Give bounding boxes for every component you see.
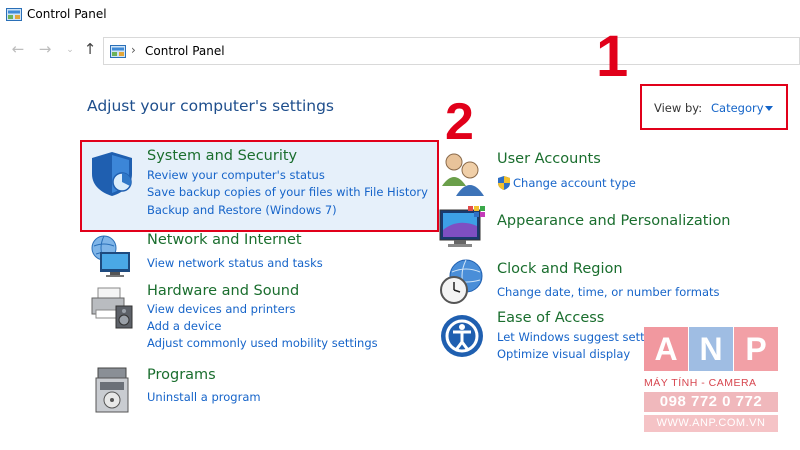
category-appearance-personalization[interactable]: Appearance and Personalization	[497, 213, 731, 229]
network-icon	[91, 235, 130, 277]
view-by-dropdown[interactable]: Category	[711, 101, 764, 115]
category-ease-of-access[interactable]: Ease of Access	[497, 310, 604, 326]
anp-phone: 098 772 0 772	[644, 392, 778, 412]
link-review-status[interactable]: Review your computer's status	[147, 168, 325, 182]
link-change-account-type[interactable]: Change account type	[513, 176, 636, 190]
category-network-internet[interactable]: Network and Internet	[147, 232, 302, 248]
anp-website: WWW.ANP.COM.VN	[644, 415, 778, 432]
anp-watermark: A N P MÁY TÍNH - CAMERA 098 772 0 772 WW…	[644, 327, 800, 450]
annotation-marker-2: 2	[445, 93, 474, 151]
breadcrumb-control-panel[interactable]: Control Panel	[145, 44, 225, 58]
ease-of-access-icon	[441, 315, 483, 357]
window-title: Control Panel	[27, 7, 107, 21]
anp-letter-n: N	[689, 327, 733, 371]
link-mobility-settings[interactable]: Adjust commonly used mobility settings	[147, 336, 378, 350]
address-bar[interactable]: › Control Panel	[103, 37, 800, 65]
up-arrow-icon[interactable]: ↑	[81, 40, 99, 58]
category-system-security[interactable]: System and Security	[147, 148, 297, 164]
link-uninstall-program[interactable]: Uninstall a program	[147, 390, 261, 404]
title-bar: Control Panel	[0, 0, 800, 30]
category-hardware-sound[interactable]: Hardware and Sound	[147, 283, 299, 299]
uac-shield-icon	[498, 176, 510, 190]
anp-tagline: MÁY TÍNH - CAMERA	[644, 377, 757, 389]
category-programs[interactable]: Programs	[147, 367, 216, 383]
forward-arrow-icon[interactable]: →	[36, 40, 54, 58]
link-optimize-display[interactable]: Optimize visual display	[497, 347, 630, 361]
link-file-history[interactable]: Save backup copies of your files with Fi…	[147, 185, 428, 199]
anp-logo: A N P	[644, 327, 778, 371]
printer-icon	[91, 287, 133, 329]
link-add-device[interactable]: Add a device	[147, 319, 221, 333]
users-icon	[442, 153, 484, 196]
category-user-accounts[interactable]: User Accounts	[497, 151, 601, 167]
anp-letter-p: P	[734, 327, 778, 371]
annotation-marker-1: 1	[596, 24, 629, 89]
control-panel-icon	[6, 8, 22, 21]
anp-letter-a: A	[644, 327, 688, 371]
link-date-time-formats[interactable]: Change date, time, or number formats	[497, 285, 720, 299]
shield-icon	[92, 152, 132, 196]
control-panel-icon	[110, 45, 126, 58]
view-by-label: View by:	[654, 101, 703, 115]
breadcrumb-separator: ›	[131, 43, 136, 57]
page-title: Adjust your computer's settings	[87, 97, 334, 115]
chevron-down-icon[interactable]: ⌄	[61, 41, 79, 59]
link-backup-restore[interactable]: Backup and Restore (Windows 7)	[147, 203, 337, 217]
navigation-bar: ← → ⌄ ↑ › Control Panel	[0, 34, 800, 66]
display-icon	[439, 206, 485, 247]
clock-globe-icon	[440, 259, 483, 304]
link-network-status[interactable]: View network status and tasks	[147, 256, 323, 270]
link-devices-printers[interactable]: View devices and printers	[147, 302, 295, 316]
back-arrow-icon[interactable]: ←	[9, 40, 27, 58]
programs-icon	[95, 367, 129, 413]
category-clock-region[interactable]: Clock and Region	[497, 261, 623, 277]
link-suggest-settings[interactable]: Let Windows suggest settings	[497, 330, 668, 344]
caret-down-icon[interactable]	[765, 106, 773, 111]
